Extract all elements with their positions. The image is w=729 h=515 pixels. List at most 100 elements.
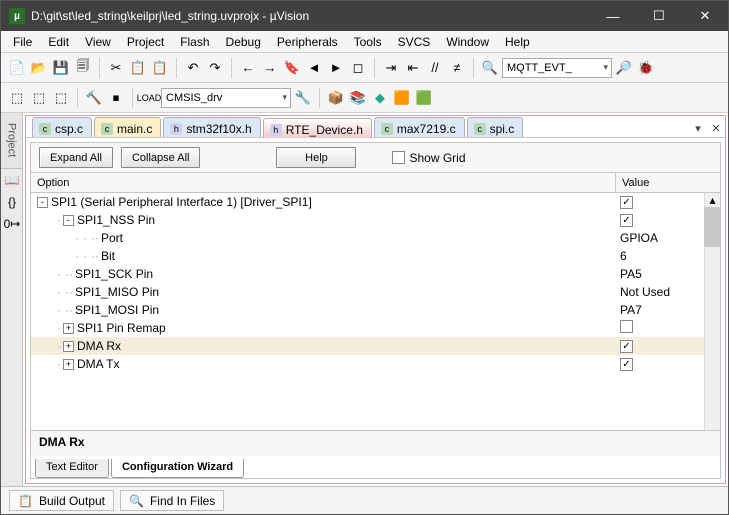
target-combo[interactable]: CMSIS_drv xyxy=(161,88,291,108)
file-tab-max7219[interactable]: cmax7219.c xyxy=(374,117,465,137)
redo-icon[interactable]: ↷ xyxy=(205,58,225,78)
value-checkbox[interactable]: ✓ xyxy=(620,358,633,371)
options-icon[interactable]: 🔧 xyxy=(293,88,313,108)
value-checkbox[interactable]: ✓ xyxy=(620,196,633,209)
option-row[interactable]: ·+SPI1 Pin Remap xyxy=(31,319,720,337)
menu-file[interactable]: File xyxy=(5,33,40,51)
help-button[interactable]: Help xyxy=(276,147,356,168)
bookmark-prev-icon[interactable]: ◄ xyxy=(304,58,324,78)
manage-icon[interactable]: 📦 xyxy=(326,88,346,108)
col-option: Option xyxy=(31,173,616,192)
show-grid-label: Show Grid xyxy=(409,151,465,165)
nav-back-icon[interactable]: ← xyxy=(238,58,258,78)
pack-icon[interactable]: 🟧 xyxy=(392,88,412,108)
debug-icon[interactable]: 🐞 xyxy=(636,58,656,78)
build-output-tab[interactable]: 📋Build Output xyxy=(9,490,114,511)
menu-debug[interactable]: Debug xyxy=(218,33,269,51)
option-row[interactable]: ····PortGPIOA xyxy=(31,229,720,247)
file-tab-csp[interactable]: ccsp.c xyxy=(32,117,92,137)
file-tab-spi[interactable]: cspi.c xyxy=(467,117,524,137)
uncomment-icon[interactable]: ≠ xyxy=(447,58,467,78)
menu-flash[interactable]: Flash xyxy=(172,33,217,51)
value-checkbox[interactable]: ✓ xyxy=(620,340,633,353)
value-text[interactable]: Not Used xyxy=(620,285,670,299)
bookmark-next-icon[interactable]: ► xyxy=(326,58,346,78)
menu-project[interactable]: Project xyxy=(119,33,172,51)
open-file-icon[interactable]: 📂 xyxy=(29,58,49,78)
copy-icon[interactable]: 📋 xyxy=(128,58,148,78)
scrollbar[interactable]: ▴ xyxy=(704,193,720,430)
expand-icon[interactable]: + xyxy=(63,341,74,352)
minimize-button[interactable]: — xyxy=(590,1,636,31)
option-row[interactable]: ·+DMA Tx✓ xyxy=(31,355,720,373)
file-tab-rtedevice[interactable]: hRTE_Device.h xyxy=(263,118,372,138)
menu-svcs[interactable]: SVCS xyxy=(390,33,439,51)
nav-fwd-icon[interactable]: → xyxy=(260,58,280,78)
find-in-files-tab[interactable]: 🔍Find In Files xyxy=(120,490,224,511)
expand-icon[interactable]: + xyxy=(63,323,74,334)
menu-tools[interactable]: Tools xyxy=(346,33,390,51)
menu-view[interactable]: View xyxy=(77,33,119,51)
bookmark-clear-icon[interactable]: ◻ xyxy=(348,58,368,78)
expand-icon[interactable]: - xyxy=(63,215,74,226)
tab-config-wizard[interactable]: Configuration Wizard xyxy=(111,459,244,478)
rebuild-icon[interactable]: ⬚ xyxy=(29,88,49,108)
find-icon: 🔍 xyxy=(129,494,144,508)
value-checkbox[interactable]: ✓ xyxy=(620,214,633,227)
value-text[interactable]: PA5 xyxy=(620,267,642,281)
menu-window[interactable]: Window xyxy=(438,33,497,51)
rte-icon[interactable]: ◆ xyxy=(370,88,390,108)
batch-icon[interactable]: ⬚ xyxy=(51,88,71,108)
option-label: DMA Rx xyxy=(77,339,121,353)
pack-installer-icon[interactable]: 🟩 xyxy=(414,88,434,108)
value-text[interactable]: 6 xyxy=(620,249,627,263)
expand-icon[interactable]: - xyxy=(37,197,48,208)
option-row[interactable]: ·+DMA Rx✓ xyxy=(31,337,720,355)
tab-text-editor[interactable]: Text Editor xyxy=(35,459,109,478)
stop-icon[interactable]: ⏹ xyxy=(106,88,126,108)
collapse-all-button[interactable]: Collapse All xyxy=(121,147,200,168)
file-tab-main[interactable]: cmain.c xyxy=(94,117,161,137)
value-text[interactable]: GPIOA xyxy=(620,231,658,245)
new-file-icon[interactable]: 📄 xyxy=(7,58,27,78)
paste-icon[interactable]: 📋 xyxy=(150,58,170,78)
save-icon[interactable]: 💾 xyxy=(51,58,71,78)
tab-close-icon[interactable]: ✕ xyxy=(707,119,725,137)
find-next-icon[interactable]: 🔎 xyxy=(614,58,634,78)
build-target-icon[interactable]: ⬚ xyxy=(7,88,27,108)
functions-dock-icon[interactable]: {} xyxy=(1,191,23,213)
value-checkbox[interactable] xyxy=(620,320,633,333)
save-all-icon[interactable]: 🗐 xyxy=(73,58,93,78)
translate-icon[interactable]: 🔨 xyxy=(84,88,104,108)
menu-peripherals[interactable]: Peripherals xyxy=(269,33,346,51)
find-icon[interactable]: 🔍 xyxy=(480,58,500,78)
comment-icon[interactable]: // xyxy=(425,58,445,78)
option-row[interactable]: -SPI1 (Serial Peripheral Interface 1) [D… xyxy=(31,193,720,211)
maximize-button[interactable]: ☐ xyxy=(636,1,682,31)
menu-edit[interactable]: Edit xyxy=(40,33,77,51)
indent-icon[interactable]: ⇥ xyxy=(381,58,401,78)
books-icon[interactable]: 📚 xyxy=(348,88,368,108)
menu-help[interactable]: Help xyxy=(497,33,538,51)
bookmark-icon[interactable]: 🔖 xyxy=(282,58,302,78)
find-combo[interactable]: MQTT_EVT_ xyxy=(502,58,612,78)
outdent-icon[interactable]: ⇤ xyxy=(403,58,423,78)
option-row[interactable]: ·-SPI1_NSS Pin✓ xyxy=(31,211,720,229)
value-text[interactable]: PA7 xyxy=(620,303,642,317)
tab-menu-icon[interactable]: ▾ xyxy=(689,119,707,137)
undo-icon[interactable]: ↶ xyxy=(183,58,203,78)
project-tab[interactable]: Project xyxy=(1,113,22,169)
option-row[interactable]: ···SPI1_MOSI PinPA7 xyxy=(31,301,720,319)
cut-icon[interactable]: ✂ xyxy=(106,58,126,78)
download-icon[interactable]: LOAD xyxy=(139,88,159,108)
option-row[interactable]: ····Bit6 xyxy=(31,247,720,265)
show-grid-checkbox[interactable]: Show Grid xyxy=(392,151,465,165)
expand-icon[interactable]: + xyxy=(63,359,74,370)
books-dock-icon[interactable]: 📖 xyxy=(1,169,23,191)
option-row[interactable]: ···SPI1_MISO PinNot Used xyxy=(31,283,720,301)
expand-all-button[interactable]: Expand All xyxy=(39,147,113,168)
file-tab-stm32[interactable]: hstm32f10x.h xyxy=(163,117,260,137)
option-row[interactable]: ···SPI1_SCK PinPA5 xyxy=(31,265,720,283)
templates-dock-icon[interactable]: 0↦ xyxy=(1,213,23,235)
close-button[interactable]: ✕ xyxy=(682,1,728,31)
